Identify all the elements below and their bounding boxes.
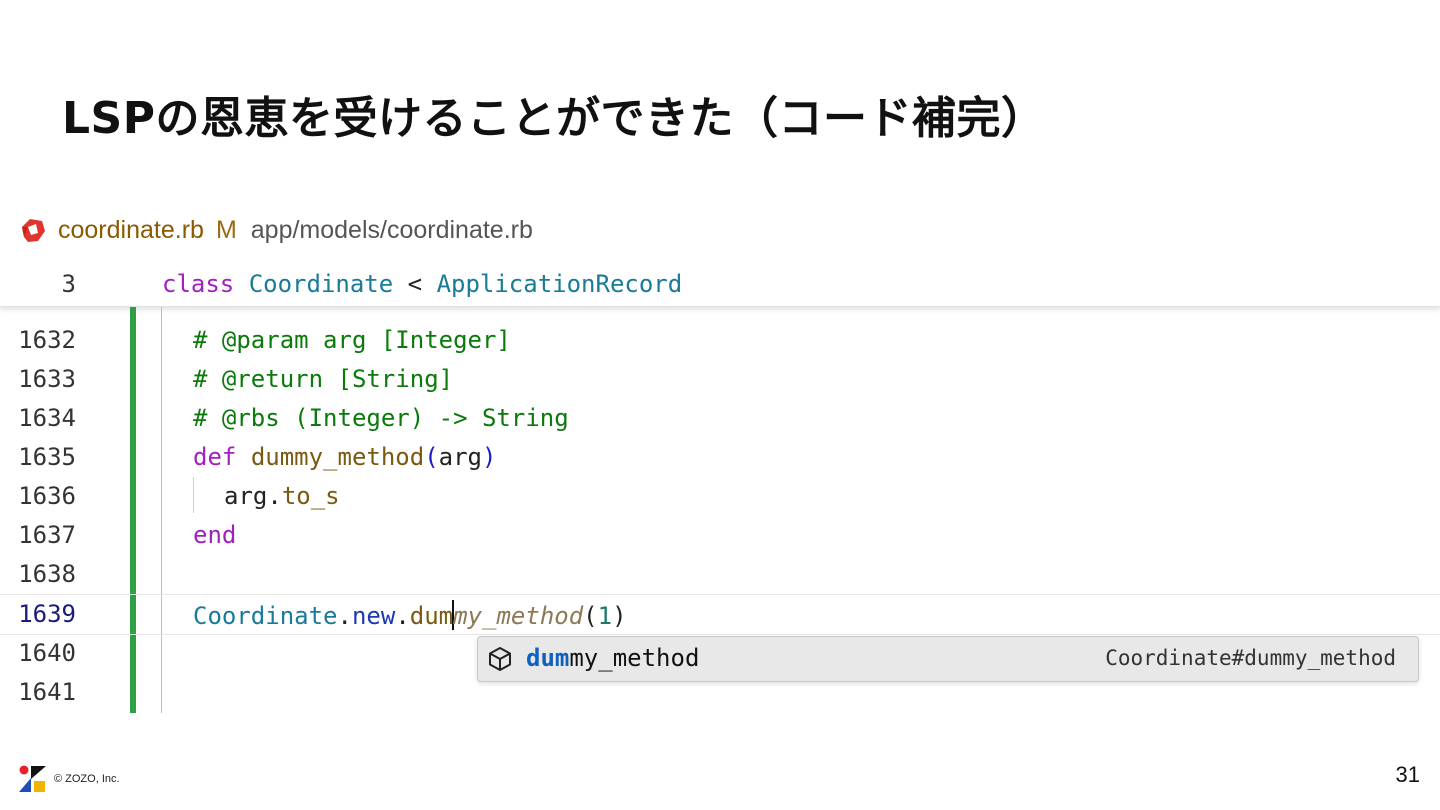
- comment: # @param arg [Integer]: [193, 326, 511, 354]
- line-number: 1633: [18, 365, 76, 393]
- code-line[interactable]: 1636 arg.to_s: [0, 477, 1440, 516]
- slide-title: LSPの恩恵を受けることができた（コード補完）: [62, 93, 1046, 144]
- method-body: arg.to_s: [224, 482, 340, 510]
- end-keyword: end: [193, 521, 237, 549]
- line-number: 1640: [18, 639, 76, 667]
- completion-item[interactable]: dummy_method Coordinate#dummy_method: [477, 636, 1419, 682]
- file-name: coordinate.rb: [58, 215, 204, 244]
- zozo-logo-icon: [19, 765, 46, 792]
- copyright: © ZOZO, Inc.: [54, 773, 120, 785]
- code-line[interactable]: 1634 # @rbs (Integer) -> String: [0, 399, 1440, 438]
- line-number: 1641: [18, 678, 76, 706]
- line-number: 1632: [18, 326, 76, 354]
- comment: # @rbs (Integer) -> String: [193, 404, 569, 432]
- line-number: 1634: [18, 404, 76, 432]
- line-number: 1639: [18, 600, 76, 628]
- file-path: app/models/coordinate.rb: [250, 215, 533, 244]
- code-line[interactable]: 1637 end: [0, 516, 1440, 555]
- sticky-code-line: class Coordinate < ApplicationRecord: [162, 270, 683, 298]
- method-cube-icon: [489, 647, 511, 671]
- completion-line: Coordinate.new.dummy_method(1): [193, 600, 627, 630]
- modified-indicator: M: [215, 215, 237, 244]
- ruby-icon: [22, 219, 45, 242]
- editor-tab[interactable]: coordinate.rb M app/models/coordinate.rb: [18, 210, 533, 250]
- method-definition: def dummy_method(arg): [193, 443, 497, 471]
- line-number: 3: [61, 270, 76, 298]
- completion-detail: Coordinate#dummy_method: [1105, 646, 1396, 670]
- code-line[interactable]: 1632 # @param arg [Integer]: [0, 321, 1440, 360]
- comment: # @return [String]: [193, 365, 454, 393]
- completion-label: dummy_method: [526, 644, 700, 672]
- line-number: 1637: [18, 521, 76, 549]
- code-line[interactable]: 1638: [0, 555, 1440, 594]
- line-number: 1635: [18, 443, 76, 471]
- sticky-scroll-header[interactable]: 3 class Coordinate < ApplicationRecord: [0, 262, 1440, 307]
- line-number: 1638: [18, 560, 76, 588]
- line-number: 1636: [18, 482, 76, 510]
- code-line[interactable]: 1635 def dummy_method(arg): [0, 438, 1440, 477]
- page-number: 31: [1395, 762, 1420, 787]
- code-line[interactable]: 1633 # @return [String]: [0, 360, 1440, 399]
- current-line[interactable]: 1639 Coordinate.new.dummy_method(1): [0, 594, 1440, 635]
- inline-suggestion: my_method: [453, 602, 584, 630]
